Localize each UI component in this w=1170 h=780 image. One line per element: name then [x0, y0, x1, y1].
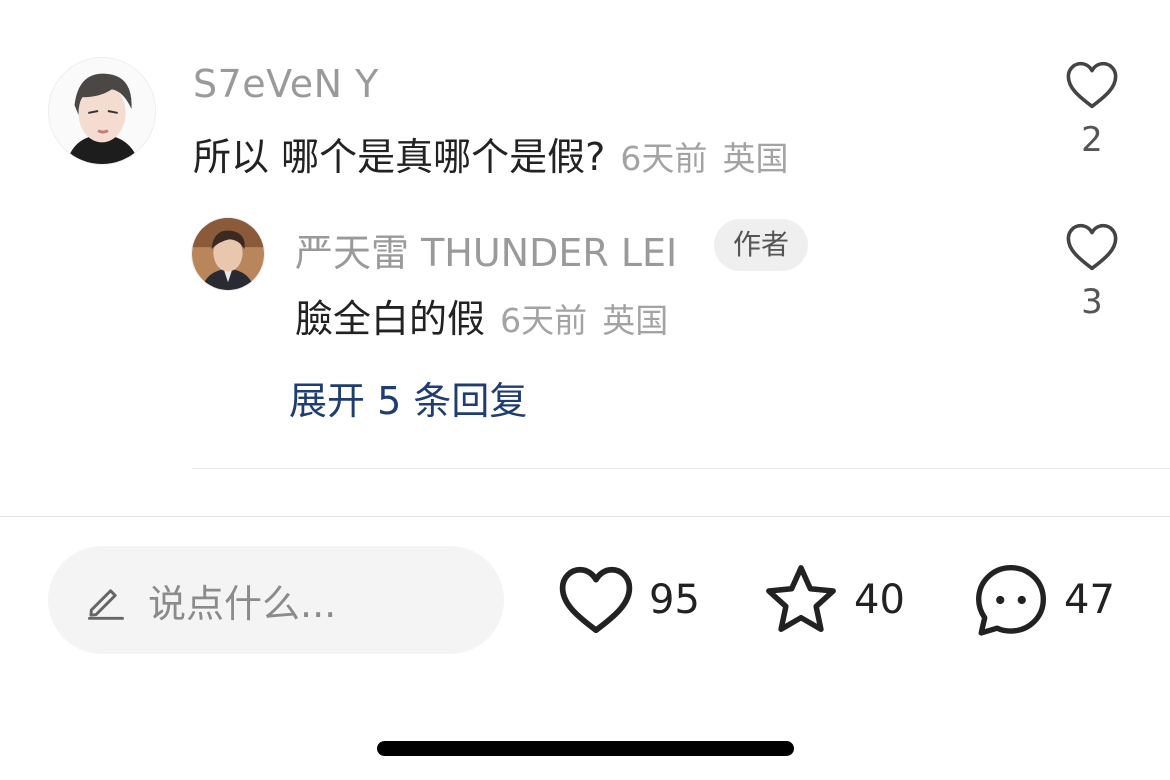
divider: [0, 516, 1170, 517]
comment-body: 所以 哪个是真哪个是假? 6天前 英国: [193, 126, 788, 181]
reply-username[interactable]: 严天雷 THUNDER LEI: [295, 222, 677, 277]
comment-like-button[interactable]: 2: [1052, 60, 1132, 160]
like-button[interactable]: 95: [557, 562, 700, 638]
comment-input-placeholder: 说点什么...: [148, 581, 337, 626]
comment-like-count: 2: [1081, 120, 1103, 160]
heart-icon: [559, 566, 633, 634]
reply-text: 臉全白的假: [295, 297, 486, 341]
pencil-icon: [88, 589, 124, 620]
star-icon: [766, 565, 836, 633]
reply-time: 6天前: [500, 301, 588, 340]
avatar[interactable]: [48, 57, 156, 165]
comment-input[interactable]: 说点什么...: [48, 546, 504, 654]
reply-avatar[interactable]: [191, 217, 265, 291]
chat-bubble-icon: [976, 565, 1046, 636]
heart-outline-icon: [1066, 61, 1118, 109]
comment-location: 英国: [722, 139, 789, 178]
reply-body: 臉全白的假 6天前 英国: [295, 288, 668, 343]
author-badge: 作者: [714, 219, 809, 271]
home-indicator[interactable]: [377, 741, 794, 756]
comment-text: 所以 哪个是真哪个是假?: [193, 135, 606, 179]
user-avatar-image: [49, 58, 155, 164]
divider: [192, 468, 1170, 469]
reply-like-count: 3: [1081, 282, 1103, 322]
like-count: 95: [649, 577, 700, 623]
reply-avatar-image: [192, 218, 264, 290]
comment-username[interactable]: S7eVeN Y: [193, 62, 379, 106]
comment-time: 6天前: [620, 139, 708, 178]
comment-count: 47: [1064, 577, 1115, 623]
expand-replies-link[interactable]: 展开 5 条回复: [289, 370, 527, 425]
reply-like-button[interactable]: 3: [1052, 222, 1132, 322]
reply-location: 英国: [602, 301, 669, 340]
heart-outline-icon: [1066, 223, 1118, 271]
favorite-button[interactable]: 40: [762, 562, 905, 638]
comment-button[interactable]: 47: [972, 562, 1115, 638]
favorite-count: 40: [854, 577, 905, 623]
comments-page: S7eVeN Y 所以 哪个是真哪个是假? 6天前 英国 2 严天雷 THUND…: [0, 0, 1170, 780]
